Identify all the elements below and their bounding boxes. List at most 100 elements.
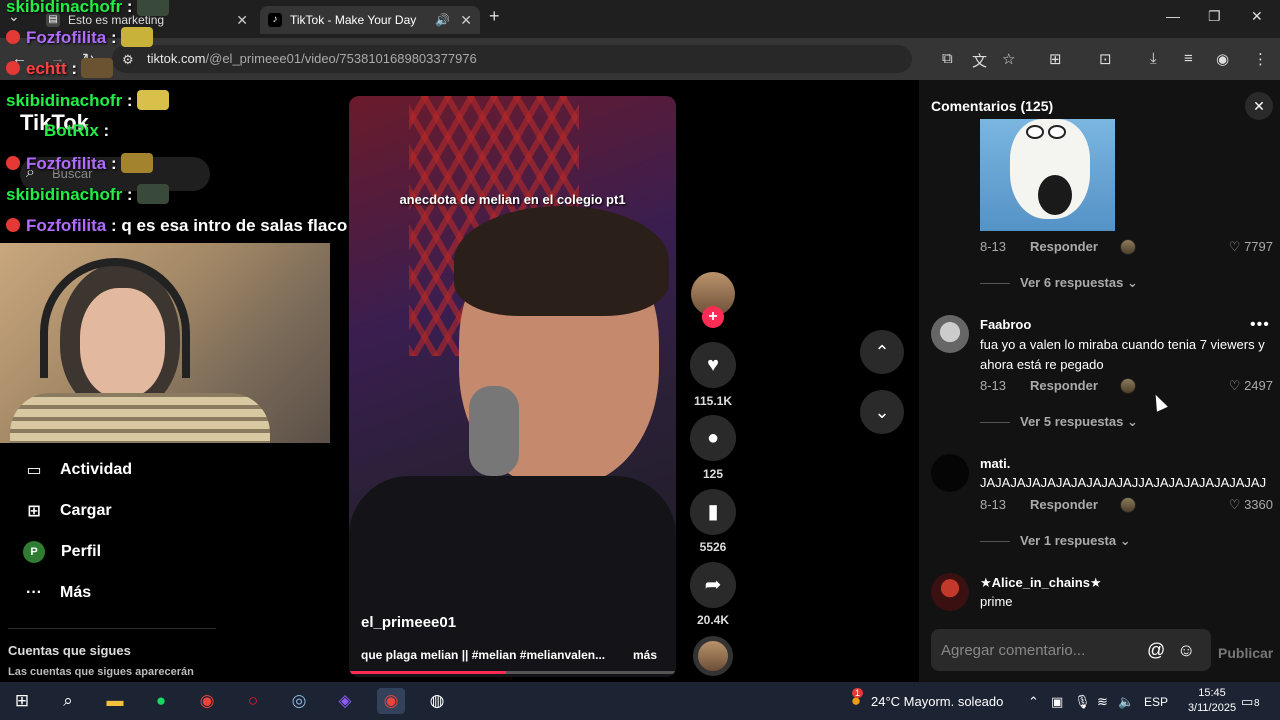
audio-icon[interactable]: 🔊 [435,13,450,27]
follow-plus-icon[interactable]: + [702,306,724,328]
commenter-avatar[interactable] [931,315,969,353]
notifications-icon[interactable]: ▭ [1241,694,1253,710]
volume-icon[interactable]: 🔈 [1118,694,1134,710]
comment-likes[interactable]: ♡ 3360 [1215,497,1273,513]
search-icon[interactable]: ⌕ [54,688,82,714]
bear-eye [1048,125,1066,139]
extensions-icon[interactable]: ⊞ [1049,50,1062,68]
steam-icon[interactable]: ◎ [285,688,313,714]
obs-icon[interactable]: ◍ [423,688,451,714]
screenshot-icon[interactable]: ⊡ [1099,50,1112,68]
close-window-icon[interactable]: ✕ [1251,8,1263,25]
next-video-button[interactable]: ⌄ [860,390,904,434]
opera-icon[interactable]: ○ [239,688,267,714]
chat-username: Fozfofilita [26,216,107,235]
spotify-icon[interactable]: ● [147,688,175,714]
discord-icon[interactable]: ◈ [331,688,359,714]
chat-username: Fozfofilita [26,154,107,173]
weather-badge: 1 [852,688,864,698]
chevron-down-icon: ⌄ [1123,275,1138,290]
browser-menu-icon[interactable]: ⋮ [1253,50,1268,68]
chat-username: skibidinachofr [6,185,123,204]
webcam-feed [0,243,330,443]
emoji-icon[interactable]: ☺ [1177,640,1195,661]
install-app-icon[interactable]: ⧉ [942,50,953,67]
share-button[interactable]: ➦ [690,562,736,608]
url-text[interactable]: tiktok.com/@el_primeee01/video/753810168… [147,51,477,66]
view-replies[interactable]: Ver 6 respuestas ⌄ [980,275,1138,291]
comment-likes[interactable]: ♡ 7797 [1215,239,1273,255]
start-icon[interactable]: ⊞ [8,688,36,714]
divider-line [980,283,1010,285]
bookmark-star-icon[interactable]: ☆ [1002,50,1015,68]
comment-icon: ● [706,427,720,449]
chat-separator: : [106,28,117,47]
translate-icon[interactable]: 文 [972,50,987,71]
like-count: 7797 [1244,239,1273,254]
like-button[interactable]: ♥ [690,342,736,388]
commenter-avatar[interactable] [931,454,969,492]
reply-button[interactable]: Responder [1030,497,1098,512]
sidebar-item-actividad[interactable]: ▭ Actividad [22,456,132,484]
wifi-icon[interactable]: ≋ [1097,694,1108,710]
save-button[interactable]: ▮ [690,489,736,535]
sound-disc-icon[interactable] [693,636,733,676]
video-player[interactable]: anecdota de melian en el colegio pt1 el_… [349,96,676,677]
comment-username[interactable]: mati. [980,456,1010,471]
like-count: 115.1K [693,394,733,408]
chrome-icon[interactable]: ◉ [193,688,221,714]
chat-message: skibidinachofr : [6,0,169,17]
maximize-icon[interactable]: ❐ [1208,8,1221,25]
microphone-icon[interactable]: 🎙 [1074,694,1091,710]
chevron-up-icon[interactable]: ⌃ [1028,694,1039,710]
view-replies[interactable]: Ver 1 respuesta ⌄ [980,533,1131,549]
reply-button[interactable]: Responder [1030,378,1098,393]
comment-button[interactable]: ● [690,415,736,461]
comment-text: JAJAJAJAJAJAJAJAJAJAJJAJAJAJAJAJAJAJAJ [980,475,1267,490]
input-language[interactable]: ESP [1144,695,1168,709]
comment-likes[interactable]: ♡ 2497 [1215,378,1273,394]
url-path: /@el_primeee01/video/7538101689803377976 [205,51,477,66]
save-count: 5526 [699,540,727,554]
divider-line [980,422,1010,424]
publish-button[interactable]: Publicar [1218,645,1273,661]
sidebar-item-mas[interactable]: ··· Más [22,579,91,607]
comment-username[interactable]: Faabroo [980,317,1031,332]
heart-outline-icon: ♡ [1228,239,1245,254]
comment-username[interactable]: ★Alice_in_chains★ [980,575,1102,591]
previous-video-button[interactable]: ⌃ [860,330,904,374]
media-control-icon[interactable]: ≡ [1184,50,1193,67]
profile-avatar-icon[interactable]: ◉ [1216,50,1229,68]
sidebar-item-cargar[interactable]: ⊞ Cargar [22,497,111,525]
minimize-icon[interactable]: — [1166,8,1180,24]
commenter-avatar[interactable] [931,573,969,611]
reply-button[interactable]: Responder [1030,239,1098,254]
download-icon[interactable]: ⤓ [1150,50,1157,67]
close-tab-icon[interactable]: ✕ [236,12,248,29]
file-explorer-icon[interactable]: ▬ [101,688,129,714]
clock[interactable]: 15:45 3/11/2025 [1187,686,1237,716]
comment-input[interactable]: Agregar comentario... [941,642,1085,659]
chrome-active-icon[interactable]: ◉ [377,688,405,714]
video-author[interactable]: el_primeee01 [361,614,456,631]
close-comments-button[interactable]: ✕ [1245,92,1273,120]
video-progress[interactable] [349,671,676,674]
chat-text: q es esa intro de salas flaco [116,216,348,235]
tab-tiktok[interactable]: ♪ TikTok - Make Your Day 🔊 ✕ [260,6,480,34]
mention-icon[interactable]: @ [1147,640,1165,661]
bookmark-icon: ▮ [707,501,719,523]
weather-text[interactable]: 24°C Mayorm. soleado [871,694,1003,709]
new-tab-icon[interactable]: + [489,6,500,27]
more-link[interactable]: más [633,648,657,662]
comment-sticker-image[interactable] [980,119,1115,231]
bear-eye [1026,125,1044,139]
view-replies[interactable]: Ver 5 respuestas ⌄ [980,414,1138,430]
meet-now-icon[interactable]: ▣ [1051,694,1063,710]
sidebar-item-perfil[interactable]: P Perfil [22,538,101,566]
close-tab-icon[interactable]: ✕ [460,12,472,29]
chevron-up-icon: ⌃ [874,342,890,362]
like-count: 3360 [1244,497,1273,512]
chat-username: BotRix [44,121,99,140]
site-info-icon[interactable]: ⚙ [122,52,134,68]
more-options-icon[interactable]: ••• [1250,316,1270,334]
